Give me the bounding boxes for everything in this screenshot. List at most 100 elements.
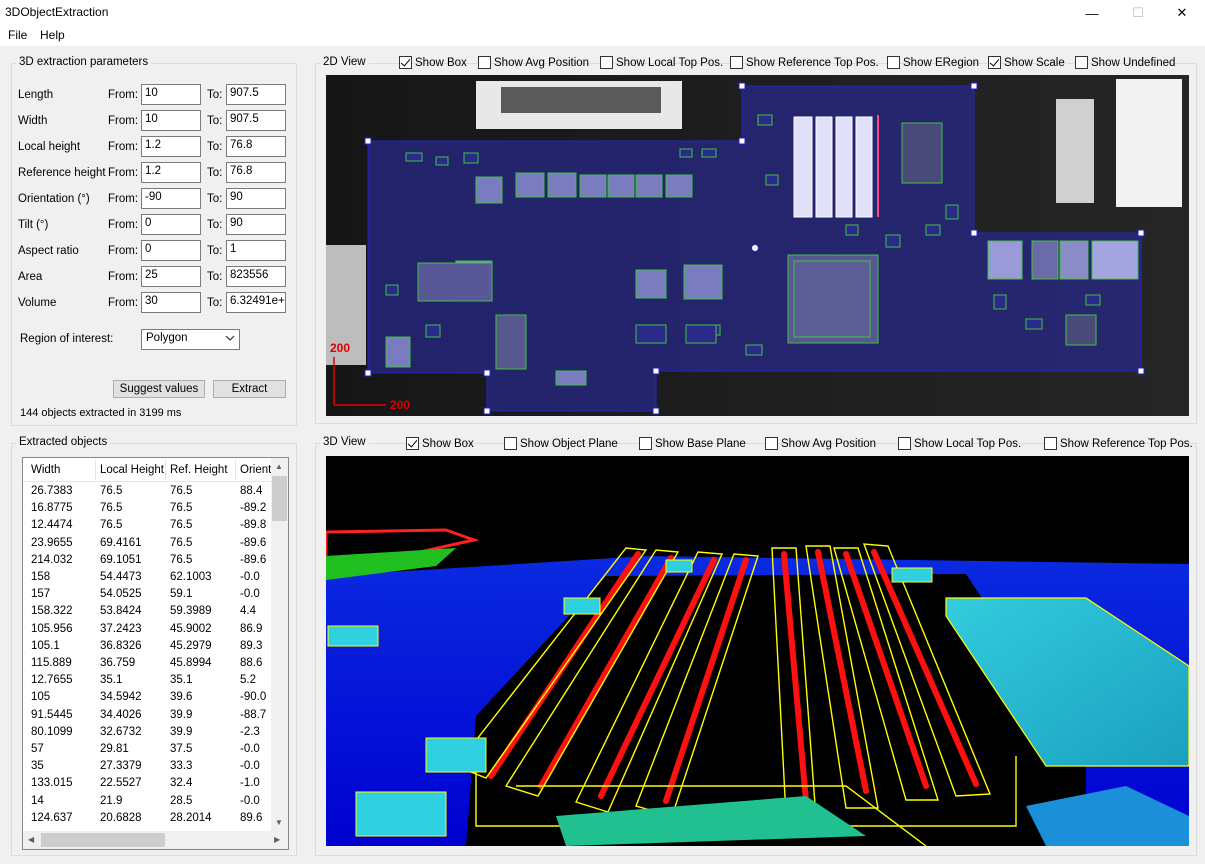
param-to-input[interactable]: 90: [226, 214, 286, 235]
option-checkbox[interactable]: Show Local Top Pos.: [898, 437, 1021, 450]
table-row[interactable]: 14 21.9 28.5 -0.0: [23, 793, 271, 810]
view2d-image[interactable]: 200 200: [326, 75, 1189, 416]
table-row[interactable]: 57 29.81 37.5 -0.0: [23, 741, 271, 758]
table-row[interactable]: 16.8775 76.5 76.5 -89.2: [23, 500, 271, 517]
from-label: From:: [108, 193, 139, 205]
table-row[interactable]: 133.015 22.5527 32.4 -1.0: [23, 775, 271, 792]
checkbox-icon[interactable]: [1044, 437, 1057, 450]
option-checkbox[interactable]: Show Local Top Pos.: [600, 56, 723, 69]
checkbox-icon[interactable]: [730, 56, 743, 69]
option-checkbox[interactable]: Show Object Plane: [504, 437, 618, 450]
option-checkbox[interactable]: Show Undefined: [1075, 56, 1175, 69]
to-label: To:: [207, 167, 223, 179]
param-to-input[interactable]: 907.5: [226, 110, 286, 131]
param-from-input[interactable]: 0: [141, 214, 201, 235]
menu-file[interactable]: File: [8, 28, 27, 42]
option-checkbox[interactable]: Show Box: [406, 437, 474, 450]
extracted-objects-list[interactable]: Width Local Height Ref. Height Orient 26…: [22, 457, 289, 850]
checkbox-icon[interactable]: [898, 437, 911, 450]
param-to-input[interactable]: 76.8: [226, 162, 286, 183]
table-row[interactable]: 158 54.4473 62.1003 -0.0: [23, 569, 271, 586]
table-row[interactable]: 214.032 69.1051 76.5 -89.6: [23, 552, 271, 569]
param-to-input[interactable]: 823556: [226, 266, 286, 287]
param-from-input[interactable]: 1.2: [141, 136, 201, 157]
table-row[interactable]: 91.5445 34.4026 39.9 -88.7: [23, 707, 271, 724]
table-cell: 86.9: [240, 622, 263, 635]
vertical-scroll-thumb[interactable]: [272, 476, 287, 521]
view3d-image[interactable]: [326, 456, 1189, 846]
checkbox-icon[interactable]: [504, 437, 517, 450]
column-separator[interactable]: [235, 460, 236, 480]
vertical-scrollbar[interactable]: ▲ ▼: [271, 458, 288, 831]
checkbox-icon[interactable]: [478, 56, 491, 69]
table-row[interactable]: 26.7383 76.5 76.5 88.4: [23, 483, 271, 500]
scroll-up-icon[interactable]: ▲: [275, 462, 283, 471]
option-checkbox[interactable]: Show ERegion: [887, 56, 979, 69]
checkbox-icon[interactable]: [399, 56, 412, 69]
maximize-button[interactable]: ☐: [1115, 0, 1161, 26]
checkbox-icon[interactable]: [988, 56, 1001, 69]
table-row[interactable]: 158.322 53.8424 59.3989 4.4: [23, 603, 271, 620]
table-row[interactable]: 115.889 36.759 45.8994 88.6: [23, 655, 271, 672]
param-from-input[interactable]: -90: [141, 188, 201, 209]
param-to-input[interactable]: 76.8: [226, 136, 286, 157]
table-row[interactable]: 124.637 20.6828 28.2014 89.6: [23, 810, 271, 827]
to-label: To:: [207, 141, 223, 153]
minimize-button[interactable]: —: [1069, 0, 1115, 26]
horizontal-scrollbar[interactable]: ◀ ▶: [23, 831, 288, 849]
option-checkbox[interactable]: Show Base Plane: [639, 437, 746, 450]
param-from-input[interactable]: 30: [141, 292, 201, 313]
table-row[interactable]: 12.7655 35.1 35.1 5.2: [23, 672, 271, 689]
param-to-input[interactable]: 90: [226, 188, 286, 209]
param-from-input[interactable]: 10: [141, 110, 201, 131]
checkbox-icon[interactable]: [887, 56, 900, 69]
suggest-values-button[interactable]: Suggest values: [113, 380, 205, 398]
horizontal-scroll-thumb[interactable]: [41, 833, 165, 847]
param-to-input[interactable]: 6.32491e+: [226, 292, 286, 313]
param-to-input[interactable]: 907.5: [226, 84, 286, 105]
table-row[interactable]: 12.4474 76.5 76.5 -89.8: [23, 517, 271, 534]
checkbox-icon[interactable]: [765, 437, 778, 450]
checkbox-icon[interactable]: [639, 437, 652, 450]
roi-select[interactable]: Polygon: [141, 329, 240, 350]
checkbox-icon[interactable]: [1075, 56, 1088, 69]
view2d-canvas[interactable]: 200 200: [326, 75, 1189, 416]
param-from-input[interactable]: 1.2: [141, 162, 201, 183]
table-row[interactable]: 105 34.5942 39.6 -90.0: [23, 689, 271, 706]
table-row[interactable]: 80.1099 32.6732 39.9 -2.3: [23, 724, 271, 741]
param-label: Volume: [18, 297, 57, 309]
param-to-input[interactable]: 1: [226, 240, 286, 261]
table-row[interactable]: 23.9655 69.4161 76.5 -89.6: [23, 535, 271, 552]
scroll-left-icon[interactable]: ◀: [28, 835, 34, 844]
option-checkbox[interactable]: Show Reference Top Pos.: [1044, 437, 1193, 450]
extract-button[interactable]: Extract: [213, 380, 286, 398]
view3d-canvas[interactable]: [326, 456, 1189, 846]
scale-label-x: 200: [390, 398, 410, 412]
table-row[interactable]: 105.1 36.8326 45.2979 89.3: [23, 638, 271, 655]
menu-help[interactable]: Help: [40, 28, 65, 42]
col-width[interactable]: Width: [31, 464, 60, 476]
table-row[interactable]: 105.956 37.2423 45.9002 86.9: [23, 621, 271, 638]
option-checkbox[interactable]: Show Avg Position: [478, 56, 589, 69]
column-separator[interactable]: [165, 460, 166, 480]
option-checkbox[interactable]: Show Avg Position: [765, 437, 876, 450]
col-local-height[interactable]: Local Height: [100, 464, 164, 476]
table-row[interactable]: 157 54.0525 59.1 -0.0: [23, 586, 271, 603]
col-orient[interactable]: Orient: [240, 464, 271, 476]
param-from-input[interactable]: 0: [141, 240, 201, 261]
checkbox-icon[interactable]: [600, 56, 613, 69]
scroll-down-icon[interactable]: ▼: [275, 818, 283, 827]
checkbox-icon[interactable]: [406, 437, 419, 450]
table-cell: 158: [31, 571, 51, 583]
col-ref-height[interactable]: Ref. Height: [170, 464, 228, 476]
option-checkbox[interactable]: Show Reference Top Pos.: [730, 56, 879, 69]
table-cell: 59.3989: [170, 605, 212, 618]
option-checkbox[interactable]: Show Scale: [988, 56, 1065, 69]
param-from-input[interactable]: 25: [141, 266, 201, 287]
scroll-right-icon[interactable]: ▶: [274, 835, 280, 844]
column-separator[interactable]: [95, 460, 96, 480]
param-from-input[interactable]: 10: [141, 84, 201, 105]
close-button[interactable]: ✕: [1159, 0, 1205, 26]
table-row[interactable]: 35 27.3379 33.3 -0.0: [23, 758, 271, 775]
option-checkbox[interactable]: Show Box: [399, 56, 467, 69]
